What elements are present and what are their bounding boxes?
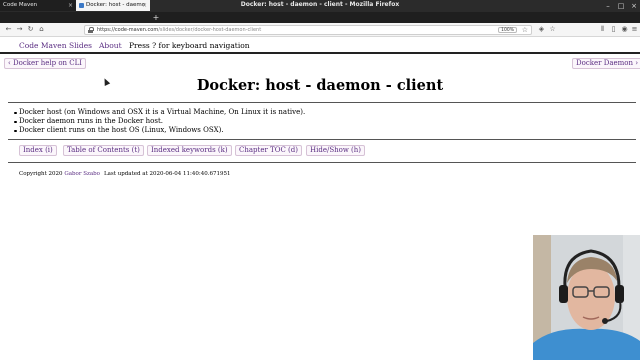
keyboard-hint: Press ? for keyboard navigation (129, 41, 250, 50)
table-of-contents-button[interactable]: Table of Contents (t) (63, 145, 144, 156)
close-tab-icon[interactable]: × (142, 0, 147, 11)
list-item: Docker host (on Windows and OSX it is a … (14, 108, 305, 117)
tab-bar (0, 12, 640, 23)
indexed-keywords-button[interactable]: Indexed keywords (k) (147, 145, 232, 156)
reload-icon[interactable]: ↻ (26, 25, 35, 34)
list-item: Docker client runs on the host OS (Linux… (14, 126, 305, 135)
url-text: https://code-maven.com/slides/docker/doc… (97, 26, 261, 34)
tab-label: Code Maven (3, 2, 38, 8)
index-button[interactable]: Index (i) (19, 145, 57, 156)
last-updated: Last updated at 2020-06-04 11:40:40.6719… (104, 171, 231, 177)
bookmark-star-toolbar-icon[interactable]: ☆ (548, 25, 557, 34)
content-list: Docker host (on Windows and OSX it is a … (14, 108, 305, 135)
chapter-toc-button[interactable]: Chapter TOC (d) (235, 145, 302, 156)
divider (8, 139, 636, 140)
divider (8, 162, 636, 163)
forward-icon[interactable]: → (15, 25, 24, 34)
webcam-overlay (533, 235, 640, 360)
nav-link-slides[interactable]: Slides (69, 41, 92, 50)
close-window-icon[interactable]: × (630, 2, 638, 10)
list-item: Docker daemon runs in the Docker host. (14, 117, 305, 126)
tab-label: Docker: host - daemo (86, 2, 146, 8)
url-domain: https://code-maven.com (97, 27, 159, 33)
page-title: Docker: host - daemon - client (196, 77, 444, 94)
footer-copyright: Copyright 2020 Gabor Szabo (19, 171, 100, 177)
sidebar-icon[interactable]: ▯ (609, 25, 618, 34)
address-bar[interactable]: https://code-maven.com/slides/docker/doc… (84, 25, 532, 35)
account-icon[interactable]: ◉ (620, 25, 629, 34)
tab-code-maven[interactable]: Code Maven × (0, 0, 76, 11)
zoom-level[interactable]: 100% (498, 27, 517, 33)
menu-icon[interactable]: ≡ (630, 25, 639, 34)
author-link[interactable]: Gabor Szabo (64, 171, 100, 177)
presenter-video-image (533, 235, 640, 360)
maximize-icon[interactable]: □ (617, 2, 625, 10)
next-slide-button[interactable]: Docker Daemon › (572, 58, 640, 69)
favicon-icon (79, 3, 84, 8)
divider (8, 102, 636, 103)
bookmark-star-icon[interactable]: ☆ (522, 26, 528, 34)
home-icon[interactable]: ⌂ (37, 25, 46, 34)
lock-icon (88, 27, 94, 33)
site-top-nav: Code Maven Slides About Press ? for keyb… (0, 38, 640, 54)
copyright-text: Copyright 2020 (19, 171, 63, 177)
prev-slide-button[interactable]: ‹ Docker help on CLI (4, 58, 87, 69)
minimize-icon[interactable]: – (604, 2, 612, 10)
hide-show-button[interactable]: Hide/Show (h) (306, 145, 366, 156)
nav-link-about[interactable]: About (99, 41, 122, 50)
new-tab-icon[interactable]: + (152, 12, 160, 23)
nav-link-code-maven[interactable]: Code Maven (19, 41, 67, 50)
pocket-icon[interactable]: ◈ (537, 25, 546, 34)
url-path: /slides/docker/docker-host-daemon-client (158, 27, 262, 33)
close-tab-icon[interactable]: × (68, 0, 73, 11)
navigation-bar: ← → ↻ ⌂ https://code-maven.com/slides/do… (0, 23, 640, 37)
library-icon[interactable]: ⦀ (598, 25, 607, 34)
tab-docker-host[interactable]: Docker: host - daemo × (76, 0, 150, 11)
back-icon[interactable]: ← (4, 25, 13, 34)
